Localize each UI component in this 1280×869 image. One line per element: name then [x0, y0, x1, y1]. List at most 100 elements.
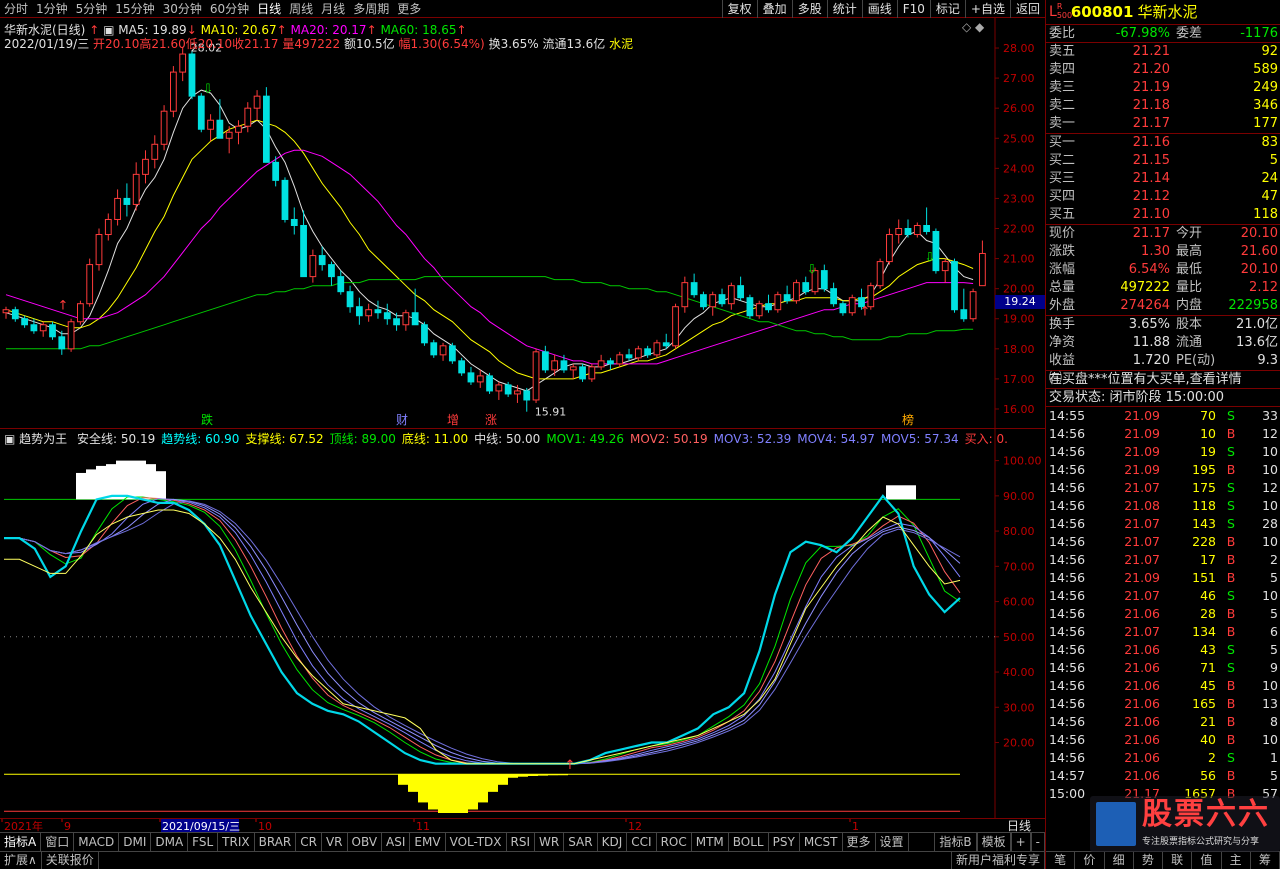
tick-row[interactable]: 14:56 21.07 143 S 28: [1046, 515, 1280, 533]
indicator-tab-14[interactable]: RSI: [507, 833, 536, 851]
tabs-right-1[interactable]: 模板: [976, 833, 1011, 851]
period-tab-8[interactable]: 月线: [317, 0, 349, 17]
indicator-settings-icon[interactable]: ▣: [4, 432, 15, 446]
kline-chart[interactable]: 28.00 27.00 26.00 25.00 24.00 23.00 22.00 21.00…: [0, 18, 1045, 428]
bid-row-1[interactable]: 买二 21.15 5: [1046, 152, 1280, 170]
indicator-tab-25[interactable]: 设置: [876, 833, 909, 851]
ask-row-3[interactable]: 卖二 21.18 346: [1046, 97, 1280, 115]
tick-row[interactable]: 14:56 21.09 151 B 5: [1046, 569, 1280, 587]
tick-row[interactable]: 14:57 21.06 56 B 5: [1046, 767, 1280, 785]
side-tab-4[interactable]: 联: [1163, 852, 1193, 869]
indicator-tab-7[interactable]: BRAR: [255, 833, 297, 851]
period-tab-5[interactable]: 60分钟: [206, 0, 253, 17]
indicator-tab-13[interactable]: VOL-TDX: [446, 833, 507, 851]
indicator-tab-9[interactable]: VR: [322, 833, 348, 851]
indicator-tab-15[interactable]: WR: [535, 833, 565, 851]
period-tab-9[interactable]: 多周期: [349, 0, 393, 17]
period-tab-1[interactable]: 1分钟: [32, 0, 72, 17]
event-marker[interactable]: 涨: [485, 412, 497, 427]
action-button-8[interactable]: 返回: [1009, 0, 1045, 18]
action-button-2[interactable]: 多股: [791, 0, 827, 18]
indicator-tab-11[interactable]: ASI: [382, 833, 411, 851]
ask-row-1[interactable]: 卖四 21.20 589: [1046, 61, 1280, 79]
bid-row-2[interactable]: 买三 21.14 24: [1046, 170, 1280, 188]
action-button-5[interactable]: F10: [896, 0, 930, 18]
ask-row-4[interactable]: 卖一 21.17 177: [1046, 115, 1280, 133]
indicator-tab-12[interactable]: EMV: [410, 833, 446, 851]
side-tab-3[interactable]: 势: [1134, 852, 1163, 869]
tick-row[interactable]: 14:56 21.06 28 B 5: [1046, 605, 1280, 623]
period-tab-4[interactable]: 30分钟: [159, 0, 206, 17]
indicator-tab-5[interactable]: FSL: [188, 833, 219, 851]
indicator-tab-4[interactable]: DMA: [151, 833, 189, 851]
tick-row[interactable]: 14:56 21.07 46 S 10: [1046, 587, 1280, 605]
tick-row[interactable]: 14:56 21.09 10 B 12: [1046, 425, 1280, 443]
indicator-tab-3[interactable]: DMI: [119, 833, 152, 851]
indicator-tab-20[interactable]: MTM: [692, 833, 729, 851]
tick-row[interactable]: 14:56 21.09 19 S 10: [1046, 443, 1280, 461]
tick-row[interactable]: 14:56 21.07 228 B 10: [1046, 533, 1280, 551]
event-marker[interactable]: 跌: [201, 412, 213, 427]
action-button-7[interactable]: +自选: [964, 0, 1010, 18]
period-tab-3[interactable]: 15分钟: [111, 0, 158, 17]
tick-row[interactable]: 14:56 21.06 45 B 10: [1046, 677, 1280, 695]
expand-icon[interactable]: ◇ ◆: [962, 20, 984, 34]
indicator-tab-2[interactable]: MACD: [74, 833, 120, 851]
ask-row-0[interactable]: 卖五 21.21 92: [1046, 43, 1280, 61]
tick-row[interactable]: 14:56 21.06 2 S 1: [1046, 749, 1280, 767]
period-tab-2[interactable]: 5分钟: [72, 0, 112, 17]
action-button-0[interactable]: 复权: [721, 0, 757, 18]
indicator-name[interactable]: 趋势为王: [19, 432, 67, 446]
bid-row-3[interactable]: 买四 21.12 47: [1046, 188, 1280, 206]
indicator-tab-17[interactable]: KDJ: [598, 833, 628, 851]
tick-row[interactable]: 14:56 21.07 17 B 2: [1046, 551, 1280, 569]
event-marker[interactable]: 榜: [902, 412, 914, 427]
side-tab-5[interactable]: 值: [1192, 852, 1222, 869]
action-button-4[interactable]: 画线: [861, 0, 897, 18]
tick-row[interactable]: 14:56 21.07 134 B 6: [1046, 623, 1280, 641]
bid-row-4[interactable]: 买五 21.10 118: [1046, 206, 1280, 224]
side-tab-2[interactable]: 细: [1105, 852, 1134, 869]
tabs-right-3[interactable]: -: [1030, 833, 1045, 851]
indicator-tab-0[interactable]: 指标A: [0, 833, 42, 851]
bottom-left-1[interactable]: 关联报价: [42, 852, 99, 869]
period-tab-10[interactable]: 更多: [393, 0, 425, 17]
indicator-tab-10[interactable]: OBV: [348, 833, 383, 851]
action-button-3[interactable]: 统计: [826, 0, 862, 18]
side-tab-6[interactable]: 主: [1222, 852, 1251, 869]
side-tab-0[interactable]: 笔: [1046, 852, 1076, 869]
indicator-tab-21[interactable]: BOLL: [729, 833, 769, 851]
period-tab-0[interactable]: 分时: [0, 0, 32, 17]
indicator-tab-6[interactable]: TRIX: [218, 833, 255, 851]
tabs-right-2[interactable]: +: [1010, 833, 1031, 851]
tabs-right-0[interactable]: 指标B: [934, 833, 977, 851]
tick-row[interactable]: 14:56 21.06 71 S 9: [1046, 659, 1280, 677]
action-button-6[interactable]: 标记: [929, 0, 965, 18]
indicator-tab-24[interactable]: 更多: [843, 833, 876, 851]
tick-row[interactable]: 14:56 21.07 175 S 12: [1046, 479, 1280, 497]
period-tab-6[interactable]: 日线: [253, 0, 285, 17]
tick-row[interactable]: 14:55 21.09 70 S 33: [1046, 407, 1280, 425]
notice-row[interactable]: 在买盘***位置有大买单,查看详情: [1046, 370, 1280, 388]
tick-row[interactable]: 14:56 21.08 118 S 10: [1046, 497, 1280, 515]
event-marker[interactable]: 财: [396, 413, 408, 427]
side-tab-1[interactable]: 价: [1075, 852, 1105, 869]
tick-row[interactable]: 14:56 21.09 195 B 10: [1046, 461, 1280, 479]
tick-row[interactable]: 14:56 21.06 165 B 13: [1046, 695, 1280, 713]
bid-row-0[interactable]: 买一 21.16 83: [1046, 134, 1280, 152]
tick-row[interactable]: 14:56 21.06 40 B 10: [1046, 731, 1280, 749]
indicator-tab-18[interactable]: CCI: [627, 833, 657, 851]
side-tab-7[interactable]: 筹: [1251, 852, 1280, 869]
action-button-1[interactable]: 叠加: [756, 0, 792, 18]
big-order-notice[interactable]: 在买盘***位置有大买单,查看详情: [1046, 371, 1242, 388]
indicator-chart[interactable]: 100.00 90.00 80.00 70.00 60.00 50.00 40.00 30.0…: [0, 428, 1045, 818]
tick-row[interactable]: 14:56 21.06 43 S 5: [1046, 641, 1280, 659]
indicator-tab-16[interactable]: SAR: [564, 833, 598, 851]
period-label[interactable]: 日线: [1007, 819, 1031, 833]
indicator-tab-22[interactable]: PSY: [769, 833, 800, 851]
indicator-svg[interactable]: 100.00 90.00 80.00 70.00 60.00 50.00 40.00 30.0…: [0, 428, 1045, 818]
indicator-tab-23[interactable]: MCST: [800, 833, 843, 851]
kline-svg[interactable]: 28.00 27.00 26.00 25.00 24.00 23.00 22.00 21.00…: [0, 18, 1045, 428]
indicator-tab-19[interactable]: ROC: [657, 833, 692, 851]
ask-row-2[interactable]: 卖三 21.19 249: [1046, 79, 1280, 97]
